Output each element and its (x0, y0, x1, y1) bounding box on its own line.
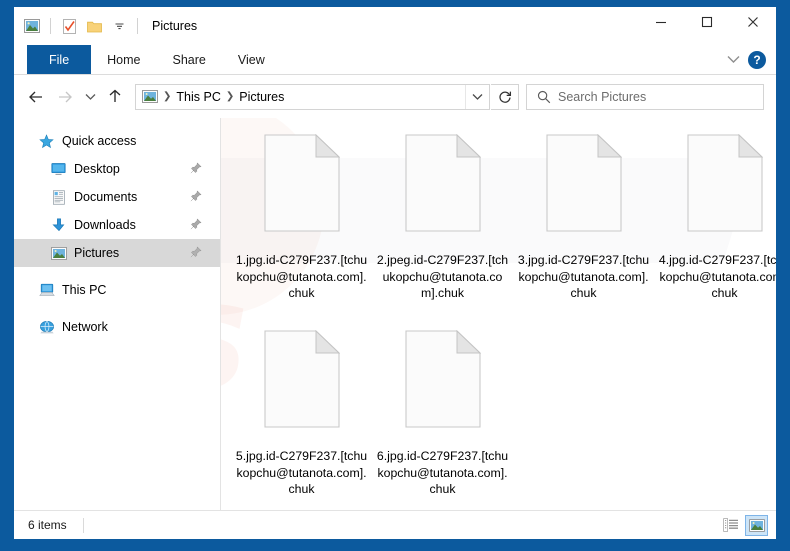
pictures-folder-icon-crumb (142, 90, 158, 103)
properties-icon[interactable] (58, 15, 80, 37)
pictures-icon (50, 245, 67, 262)
sidebar-item-quick-access[interactable]: Quick access (14, 127, 220, 155)
pictures-folder-icon[interactable] (21, 15, 43, 37)
network-icon (38, 319, 55, 336)
sidebar-item-documents[interactable]: Documents (14, 183, 220, 211)
breadcrumb-separator-1: ❯ (163, 91, 172, 102)
file-grid: 1.jpg.id-C279F237.[tchukopchu@tutanota.c… (231, 128, 776, 510)
file-item[interactable]: 4.jpg.id-C279F237.[tchukopchu@tutanota.c… (654, 128, 776, 324)
tab-file[interactable]: File (27, 45, 92, 74)
sidebar-item-downloads[interactable]: Downloads (14, 211, 220, 239)
ribbon-tab-bar: File Home Share View ? (14, 45, 776, 75)
this-pc-icon (38, 282, 55, 299)
blank-document-icon (677, 134, 773, 246)
breadcrumb-pictures[interactable]: Pictures (239, 90, 284, 104)
file-explorer-window: Pictures File Home Share View ? ❯ This P… (14, 7, 776, 539)
help-icon[interactable]: ? (748, 50, 766, 69)
file-item[interactable]: 5.jpg.id-C279F237.[tchukopchu@tutanota.c… (231, 324, 372, 510)
window-title: Pictures (152, 19, 198, 33)
sidebar-item-label: This PC (62, 283, 107, 297)
address-dropdown-chevron-icon[interactable] (465, 84, 489, 109)
file-list-pane[interactable]: 1.jpg.id-C279F237.[tchukopchu@tutanota.c… (220, 118, 776, 510)
sidebar-item-label: Pictures (74, 246, 120, 260)
customize-qat-chevron-icon[interactable] (108, 15, 130, 37)
file-name: 3.jpg.id-C279F237.[tchukopchu@tutanota.c… (517, 253, 650, 300)
sidebar-gap-1 (14, 267, 220, 276)
navigation-bar: ❯ This PC ❯ Pictures (14, 75, 776, 118)
navigation-pane: Quick access Desktop Documents Downloads… (14, 118, 220, 510)
view-toggle-group (719, 514, 768, 536)
breadcrumb-separator-2: ❯ (225, 91, 235, 102)
sidebar-item-desktop[interactable]: Desktop (14, 155, 220, 183)
file-item[interactable]: 2.jpeg.id-C279F237.[tchukopchu@tutanota.… (372, 128, 513, 324)
qat-divider-1 (50, 18, 51, 34)
pin-icon[interactable] (190, 190, 202, 204)
pin-icon[interactable] (190, 162, 202, 176)
status-divider (82, 517, 84, 533)
sidebar-item-label: Desktop (74, 162, 120, 176)
star-icon (38, 133, 55, 150)
search-box[interactable] (526, 83, 764, 110)
forward-button[interactable] (51, 83, 79, 111)
up-button[interactable] (101, 83, 129, 111)
minimize-button[interactable] (638, 7, 684, 37)
file-name: 1.jpg.id-C279F237.[tchukopchu@tutanota.c… (235, 253, 368, 300)
file-item[interactable]: 6.jpg.id-C279F237.[tchukopchu@tutanota.c… (372, 324, 513, 510)
pin-icon[interactable] (190, 218, 202, 232)
sidebar-item-pictures[interactable]: Pictures (14, 239, 220, 267)
file-name: 6.jpg.id-C279F237.[tchukopchu@tutanota.c… (376, 449, 509, 496)
pin-icon[interactable] (190, 246, 202, 260)
item-count-label: 6 items (28, 518, 67, 532)
large-icons-view-button[interactable] (745, 514, 768, 536)
sidebar-item-label: Downloads (74, 218, 136, 232)
refresh-button[interactable] (491, 83, 519, 110)
breadcrumb: ❯ This PC ❯ Pictures (136, 90, 465, 104)
breadcrumb-this-pc[interactable]: This PC (176, 90, 220, 104)
blank-document-icon (254, 330, 350, 442)
search-icon (537, 90, 551, 104)
file-item[interactable]: 3.jpg.id-C279F237.[tchukopchu@tutanota.c… (513, 128, 654, 324)
new-folder-icon[interactable] (83, 15, 105, 37)
window-controls (638, 7, 776, 45)
search-input[interactable] (558, 89, 763, 104)
file-name: 2.jpeg.id-C279F237.[tchukopchu@tutanota.… (376, 253, 509, 300)
sidebar-item-label: Network (62, 320, 108, 334)
maximize-button[interactable] (684, 7, 730, 37)
ribbon-right-controls: ? (727, 45, 776, 74)
blank-document-icon (395, 330, 491, 442)
file-name: 5.jpg.id-C279F237.[tchukopchu@tutanota.c… (235, 449, 368, 496)
downloads-icon (50, 217, 67, 234)
qat-divider-2 (137, 18, 138, 34)
title-bar: Pictures (14, 7, 776, 45)
file-name: 4.jpg.id-C279F237.[tchukopchu@tutanota.c… (658, 253, 776, 300)
status-bar: 6 items (14, 510, 776, 539)
tab-view[interactable]: View (222, 45, 281, 74)
sidebar-item-network[interactable]: Network (14, 313, 220, 341)
file-item[interactable]: 1.jpg.id-C279F237.[tchukopchu@tutanota.c… (231, 128, 372, 324)
sidebar-item-this-pc[interactable]: This PC (14, 276, 220, 304)
recent-locations-chevron-icon[interactable] (80, 83, 100, 111)
quick-access-toolbar (14, 15, 142, 37)
desktop-icon (50, 161, 67, 178)
tab-home[interactable]: Home (91, 45, 156, 74)
address-bar[interactable]: ❯ This PC ❯ Pictures (135, 83, 490, 110)
tab-share[interactable]: Share (157, 45, 222, 74)
blank-document-icon (395, 134, 491, 246)
details-view-button[interactable] (719, 515, 742, 536)
back-button[interactable] (22, 83, 50, 111)
blank-document-icon (536, 134, 632, 246)
sidebar-gap-2 (14, 304, 220, 313)
blank-document-icon (254, 134, 350, 246)
sidebar-item-label: Quick access (62, 134, 137, 148)
sidebar-item-label: Documents (74, 190, 138, 204)
close-button[interactable] (730, 7, 776, 37)
documents-icon (50, 189, 67, 206)
explorer-body: ris Quick access (14, 118, 776, 510)
expand-ribbon-chevron-icon[interactable] (727, 51, 740, 69)
